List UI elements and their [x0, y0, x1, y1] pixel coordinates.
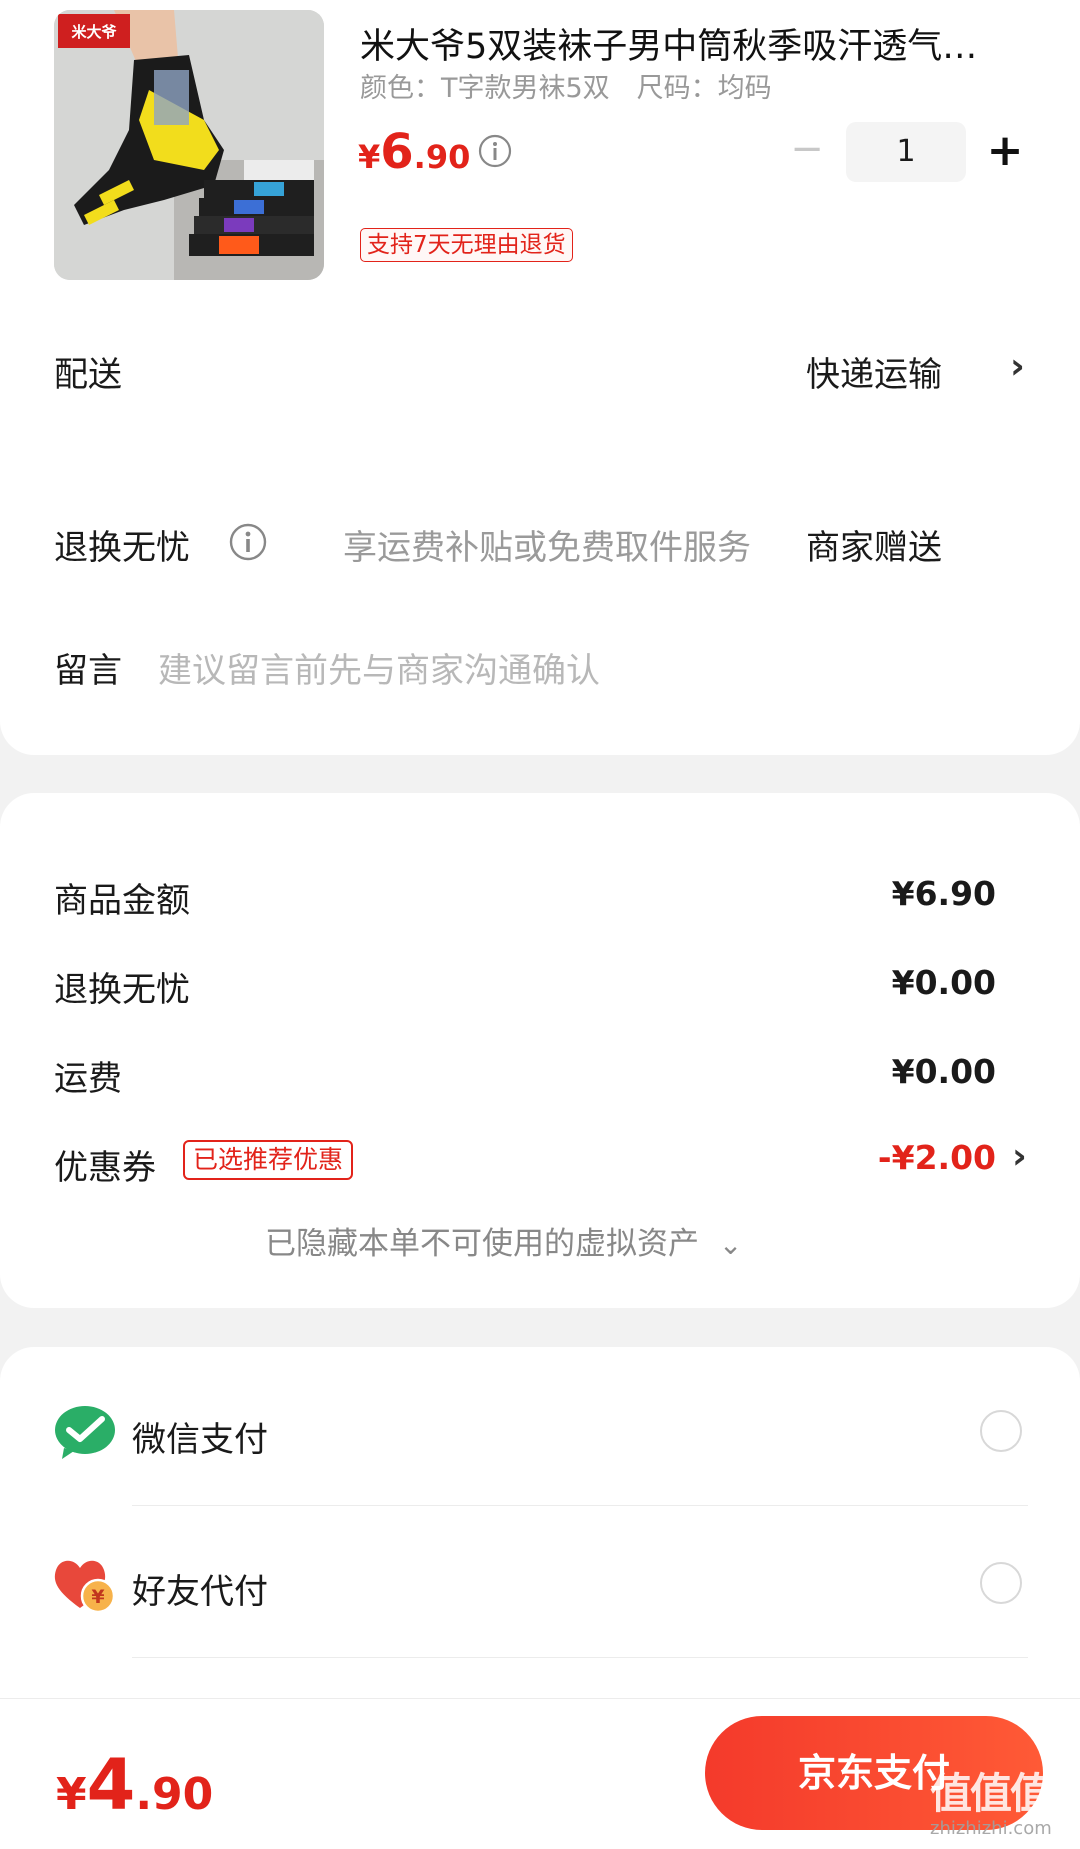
- summary-row-amount: ¥0.00: [891, 1052, 996, 1091]
- order-total: ¥4.90: [56, 1750, 213, 1820]
- wechat-pay-icon: [55, 1406, 115, 1459]
- brand-logo: 米大爷: [58, 14, 130, 48]
- payment-method-label: 好友代付: [132, 1572, 268, 1612]
- quantity-increase-button[interactable]: +: [980, 126, 1030, 176]
- summary-row-label: 退换无忧: [54, 970, 190, 1010]
- friend-pay-icon: ¥: [54, 1560, 116, 1614]
- quantity-field[interactable]: 1: [846, 122, 966, 182]
- worry-free-description: 享运费补贴或免费取件服务: [343, 528, 751, 568]
- watermark-url: zhizhizhi.com: [930, 1818, 1052, 1839]
- delivery-chevron-icon[interactable]: ›: [1010, 346, 1025, 387]
- hidden-assets-toggle[interactable]: 已隐藏本单不可使用的虚拟资产 ⌄: [265, 1218, 742, 1263]
- worry-free-label: 退换无忧: [54, 528, 190, 568]
- total-decimal: .90: [135, 1769, 214, 1820]
- coupon-selected-badge: 已选推荐优惠: [183, 1140, 354, 1180]
- hidden-assets-text: 已隐藏本单不可使用的虚拟资产: [265, 1226, 699, 1262]
- price-currency: ¥: [358, 138, 381, 176]
- chevron-down-icon: ⌄: [718, 1228, 743, 1261]
- divider: [132, 1505, 1028, 1506]
- order-item-card: 米大爷 米大爷5双装袜子男中筒秋季吸汗透气… 颜色：T字款男袜5双 尺码：均码 …: [0, 0, 1080, 755]
- worry-free-info-icon[interactable]: [228, 522, 268, 562]
- payment-method-label: 微信支付: [132, 1420, 268, 1460]
- product-thumbnail[interactable]: 米大爷: [54, 10, 324, 280]
- total-integer: 4: [86, 1744, 136, 1826]
- price-info-icon[interactable]: [478, 134, 512, 168]
- total-currency: ¥: [56, 1769, 87, 1820]
- wechat-pay-radio[interactable]: [980, 1410, 1022, 1452]
- product-price: ¥6.90: [358, 128, 470, 176]
- summary-row-amount: ¥6.90: [891, 874, 996, 913]
- price-decimal: .90: [413, 138, 471, 176]
- price-integer: 6: [380, 124, 414, 180]
- divider: [132, 1657, 1028, 1658]
- summary-row-amount: ¥0.00: [891, 963, 996, 1002]
- quantity-decrease-button[interactable]: −: [784, 126, 830, 172]
- summary-row-label: 商品金额: [54, 881, 190, 921]
- product-spec[interactable]: 颜色：T字款男袜5双 尺码：均码: [360, 66, 772, 105]
- svg-text:¥: ¥: [91, 1586, 104, 1608]
- delivery-value[interactable]: 快递运输: [806, 347, 942, 396]
- friend-pay-radio[interactable]: [980, 1562, 1022, 1604]
- product-title[interactable]: 米大爷5双装袜子男中筒秋季吸汗透气…: [360, 18, 1010, 69]
- summary-row-label: 运费: [54, 1059, 122, 1099]
- coupon-label[interactable]: 优惠券: [54, 1140, 156, 1189]
- delivery-label: 配送: [54, 355, 122, 395]
- watermark-logo: 值值值: [930, 1769, 1052, 1818]
- note-label: 留言: [54, 651, 122, 691]
- coupon-amount[interactable]: -¥2.00: [878, 1138, 996, 1177]
- return-policy-badge: 支持7天无理由退货: [360, 228, 573, 262]
- worry-free-value[interactable]: 商家赠送: [806, 520, 942, 569]
- note-input[interactable]: 建议留言前先与商家沟通确认: [158, 643, 600, 692]
- coupon-chevron-icon[interactable]: ›: [1012, 1136, 1027, 1177]
- sock-product-image: [54, 10, 324, 280]
